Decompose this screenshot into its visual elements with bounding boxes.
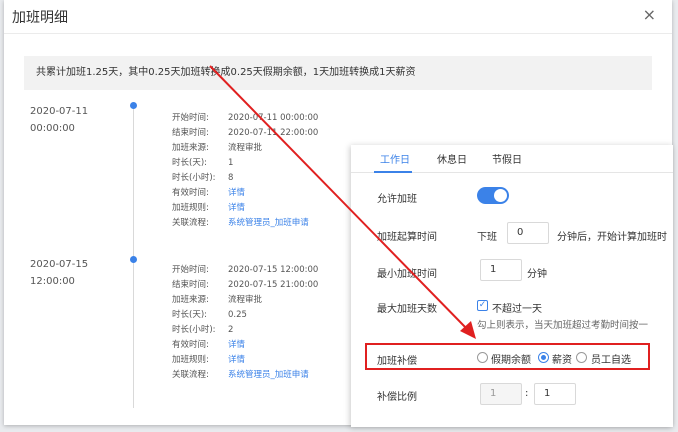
- annotation-arrow: [209, 65, 476, 339]
